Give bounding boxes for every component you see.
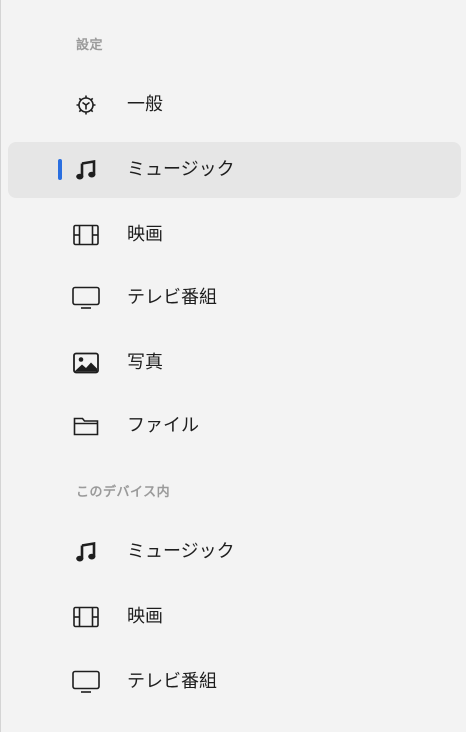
sidebar-item-device-music[interactable]: ミュージック [8, 524, 461, 580]
sidebar-item-label: ミュージック [127, 159, 235, 180]
sidebar-item-device-tv-shows[interactable]: テレビ番組 [8, 654, 461, 710]
gear-icon [72, 92, 100, 118]
sidebar-item-general[interactable]: 一般 [8, 77, 461, 133]
sidebar-item-movies[interactable]: 映画 [8, 207, 461, 263]
sidebar-item-label: テレビ番組 [127, 287, 217, 308]
sidebar-item-label: ミュージック [127, 541, 235, 562]
sidebar-item-files[interactable]: ファイル [8, 398, 461, 454]
sidebar-item-photos[interactable]: 写真 [8, 335, 461, 391]
film-icon [72, 222, 100, 248]
sidebar-item-label: 映画 [127, 606, 163, 627]
music-note-icon [72, 157, 100, 183]
sidebar-item-music[interactable]: ミュージック [8, 142, 461, 198]
photo-icon [72, 350, 100, 376]
tv-icon [72, 669, 100, 695]
sidebar-item-label: 一般 [127, 94, 163, 115]
music-note-icon [72, 539, 100, 565]
sidebar-item-label: 写真 [127, 352, 163, 373]
tv-icon [72, 285, 100, 311]
sidebar: 設定 一般 ミュージック 映画 テレビ番組 写真 ファイル このデバイス内 ミュ… [0, 0, 466, 732]
section-header-settings: 設定 [76, 38, 104, 53]
sidebar-item-device-movies[interactable]: 映画 [8, 589, 461, 645]
sidebar-item-label: テレビ番組 [127, 671, 217, 692]
folder-icon [72, 413, 100, 439]
sidebar-item-label: 映画 [127, 224, 163, 245]
selection-indicator [58, 159, 62, 180]
sidebar-item-tv-shows[interactable]: テレビ番組 [8, 270, 461, 326]
film-icon [72, 604, 100, 630]
sidebar-item-label: ファイル [127, 415, 199, 436]
section-header-on-this-device: このデバイス内 [76, 485, 171, 500]
